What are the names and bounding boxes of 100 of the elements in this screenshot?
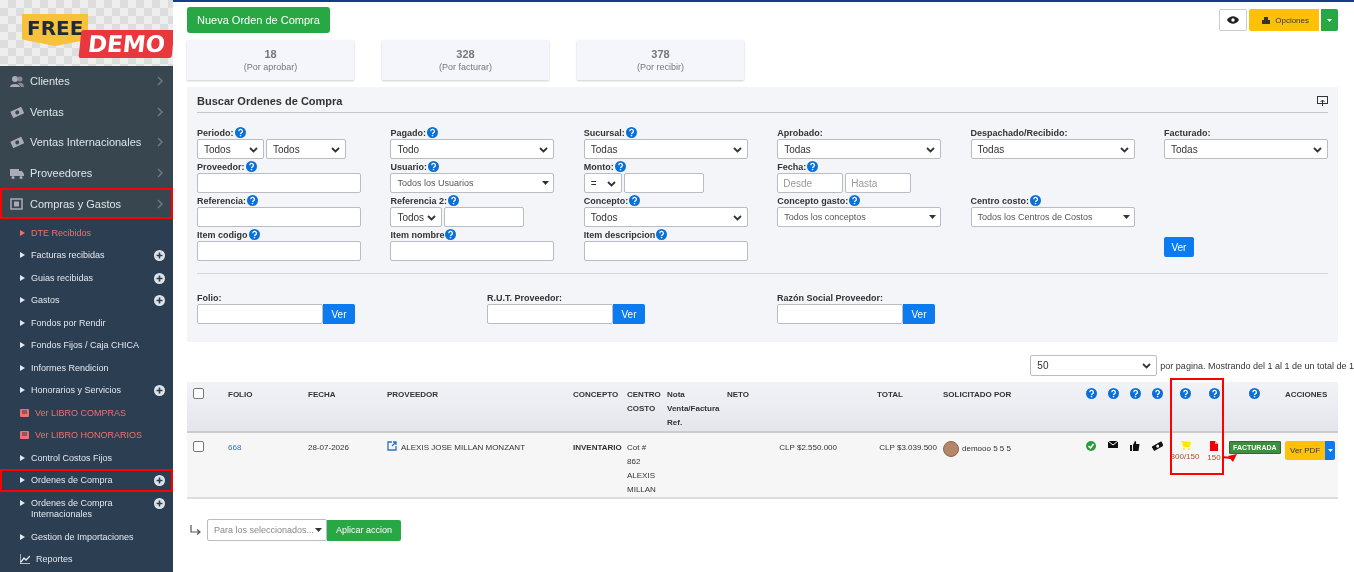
options-button[interactable]: Opciones bbox=[1249, 9, 1319, 31]
sidebar-item[interactable]: Proveedores bbox=[0, 157, 173, 189]
input-field[interactable] bbox=[390, 241, 555, 261]
chevron-down-icon bbox=[426, 212, 438, 222]
add-icon[interactable] bbox=[154, 295, 165, 307]
add-icon[interactable] bbox=[154, 250, 165, 262]
submenu-item[interactable]: Facturas recibidas bbox=[0, 244, 173, 267]
select-field[interactable]: Todos bbox=[390, 207, 443, 227]
add-icon[interactable] bbox=[154, 475, 165, 487]
column-header: FECHA bbox=[308, 390, 336, 399]
table-cell: 28-07-2026 bbox=[308, 443, 349, 452]
input-field[interactable] bbox=[197, 304, 323, 324]
column-header: Nota Venta/Factura Ref. bbox=[667, 390, 720, 427]
select-field[interactable]: Todas bbox=[583, 139, 748, 159]
input-field[interactable] bbox=[623, 173, 704, 193]
select-field[interactable]: = bbox=[583, 173, 622, 193]
triangle-icon bbox=[20, 227, 25, 238]
search-button[interactable]: Ver bbox=[323, 304, 355, 324]
field-label: Periodo: bbox=[197, 127, 234, 138]
select-field[interactable]: Todos bbox=[197, 139, 264, 159]
triangle-icon bbox=[20, 362, 25, 373]
triangle-icon bbox=[20, 272, 25, 283]
input-field[interactable]: Hasta bbox=[845, 173, 912, 193]
banknote-icon bbox=[10, 105, 24, 118]
input-field[interactable]: Desde bbox=[777, 173, 844, 193]
submenu-item[interactable]: Ordenes de Compra bbox=[0, 469, 173, 492]
receipt-icon bbox=[10, 197, 24, 210]
stat-label: (Por facturar) bbox=[439, 62, 492, 72]
input-field[interactable] bbox=[444, 207, 525, 227]
sidebar-item[interactable]: Compras y Gastos bbox=[0, 188, 173, 219]
submenu-item[interactable]: Reportes bbox=[0, 548, 173, 571]
input-field[interactable] bbox=[197, 173, 361, 193]
sidebar-item[interactable]: Ventas Internacionales bbox=[0, 127, 173, 158]
chevron-down-icon bbox=[248, 144, 259, 154]
submenu-item[interactable]: Ver LIBRO HONORARIOS bbox=[0, 424, 173, 447]
view-pdf-button[interactable]: Ver PDF bbox=[1285, 441, 1326, 460]
view-button[interactable] bbox=[1219, 9, 1248, 31]
folio-link[interactable]: 668 bbox=[228, 443, 242, 452]
search-button[interactable]: Ver bbox=[903, 304, 935, 324]
checkbox[interactable] bbox=[193, 441, 204, 452]
submenu-item[interactable]: Fondos por Rendir bbox=[0, 311, 173, 335]
add-icon[interactable] bbox=[154, 385, 165, 397]
column-header: TOTAL bbox=[877, 390, 903, 399]
submenu-item[interactable]: Fondos Fijos / Caja CHICA bbox=[0, 334, 173, 357]
stat-value: 378 bbox=[651, 48, 670, 60]
export-icon[interactable] bbox=[1317, 96, 1328, 106]
submenu-item[interactable]: DTE Recibidos bbox=[0, 221, 173, 245]
dropdown[interactable]: Todos los conceptos bbox=[777, 207, 942, 227]
select-field[interactable]: Todo bbox=[390, 139, 555, 159]
options-dropdown-button[interactable] bbox=[1321, 9, 1338, 31]
submenu-item[interactable]: Control Costos Fijos bbox=[0, 446, 173, 470]
field-label: Item descripcion bbox=[583, 229, 656, 240]
input-field[interactable] bbox=[197, 241, 361, 261]
checkbox[interactable] bbox=[193, 388, 204, 399]
submenu-item[interactable]: Informes Rendicion bbox=[0, 356, 173, 380]
caret-icon bbox=[929, 215, 937, 219]
input-field[interactable] bbox=[197, 207, 361, 227]
input-field[interactable] bbox=[777, 304, 903, 324]
add-icon[interactable] bbox=[154, 272, 165, 284]
search-button[interactable]: Ver bbox=[1163, 237, 1194, 257]
select-field[interactable]: Todas bbox=[1163, 139, 1328, 159]
book-icon bbox=[20, 407, 29, 418]
select-field[interactable]: Todos bbox=[583, 207, 748, 227]
select-field[interactable]: Todas bbox=[777, 139, 942, 159]
column-header: NETO bbox=[727, 390, 750, 399]
submenu-item[interactable]: Gestion de Importaciones bbox=[0, 525, 173, 549]
triangle-icon bbox=[20, 531, 25, 542]
add-icon[interactable] bbox=[154, 497, 165, 509]
sidebar-item[interactable]: Clientes bbox=[0, 66, 173, 97]
field-label: R.U.T. Proveedor: bbox=[487, 292, 562, 303]
caret-icon bbox=[315, 528, 322, 532]
input-field[interactable] bbox=[487, 304, 613, 324]
field-label: Centro costo: bbox=[970, 195, 1030, 206]
bulk-action-select[interactable]: Para los seleccionados... bbox=[207, 519, 327, 541]
submenu-item[interactable]: Ver LIBRO COMPRAS bbox=[0, 401, 173, 425]
select-field[interactable]: Todos bbox=[266, 139, 346, 159]
chevron-down-icon bbox=[1141, 361, 1153, 370]
dropdown[interactable]: Todos los Usuarios bbox=[390, 173, 555, 193]
chevron-down-icon bbox=[1118, 144, 1130, 154]
sidebar-item[interactable]: Ventas bbox=[0, 96, 173, 128]
requester-name: demooo 5 5 5 bbox=[962, 443, 1011, 455]
submenu-item[interactable]: Honorarios y Servicios bbox=[0, 379, 173, 402]
search-button[interactable]: Ver bbox=[613, 304, 645, 324]
field-label: Fecha: bbox=[777, 161, 807, 172]
field-label: Concepto: bbox=[583, 195, 629, 206]
chevron-down-icon bbox=[1311, 144, 1323, 154]
triangle-icon bbox=[20, 250, 25, 261]
submenu-item[interactable]: Guias recibidas bbox=[0, 266, 173, 290]
actions-dropdown-button[interactable] bbox=[1325, 441, 1335, 460]
submenu-item[interactable]: Gastos bbox=[0, 289, 173, 312]
book-icon bbox=[20, 430, 29, 441]
submenu-item[interactable]: Ordenes de Compra Internacionales bbox=[0, 491, 173, 526]
external-link-icon[interactable] bbox=[387, 441, 397, 451]
select-field[interactable]: Todas bbox=[970, 139, 1135, 159]
pagination-summary: por pagina. Mostrando del 1 al 1 de un total de 1 bbox=[1160, 360, 1354, 371]
caret-icon bbox=[542, 181, 550, 185]
per-page-select[interactable]: 50 bbox=[1030, 355, 1158, 376]
dropdown[interactable]: Todos los Centros de Costos bbox=[970, 207, 1135, 227]
input-field[interactable] bbox=[583, 241, 748, 261]
panel-title: Buscar Ordenes de Compra bbox=[197, 95, 343, 107]
